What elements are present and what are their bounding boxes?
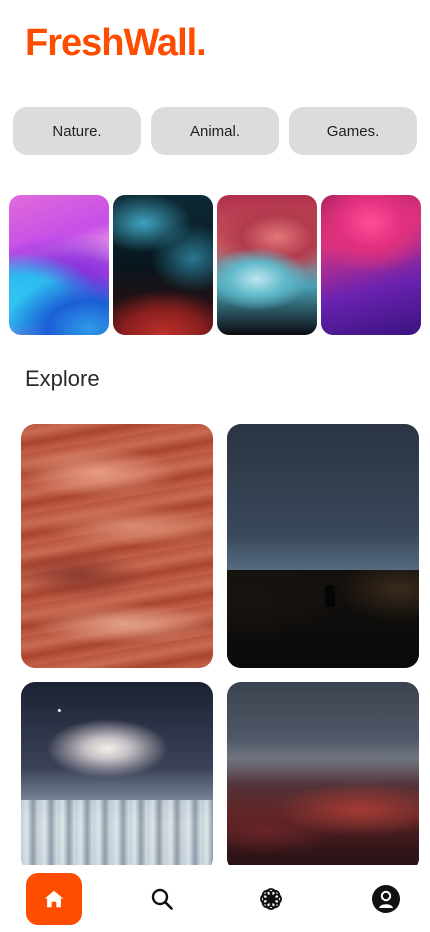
nav-profile-button[interactable] — [358, 873, 414, 925]
app-logo: FreshWall. — [25, 22, 207, 64]
featured-wallpaper-4[interactable] — [321, 195, 421, 335]
explore-wallpaper-1[interactable] — [21, 424, 213, 668]
flower-icon — [260, 888, 282, 910]
explore-heading: Explore — [25, 366, 100, 391]
nav-search-button[interactable] — [134, 873, 190, 925]
explore-wallpaper-3[interactable] — [21, 682, 213, 872]
featured-wallpaper-1[interactable] — [9, 195, 109, 335]
category-bar: Nature. Animal. Games. — [13, 107, 417, 155]
mountain-ridge — [227, 767, 419, 872]
category-nature-button[interactable]: Nature. — [13, 107, 141, 155]
explore-wallpaper-2[interactable] — [227, 424, 419, 668]
search-icon — [151, 888, 173, 910]
home-icon — [44, 890, 64, 908]
bottom-nav — [0, 865, 430, 932]
nav-explore-button[interactable] — [243, 873, 299, 925]
person-silhouette — [325, 585, 335, 607]
category-games-button[interactable]: Games. — [289, 107, 417, 155]
featured-wallpaper-3[interactable] — [217, 195, 317, 335]
featured-carousel — [9, 195, 421, 335]
snowy-trees — [21, 799, 213, 872]
category-animal-button[interactable]: Animal. — [151, 107, 279, 155]
nav-home-button[interactable] — [26, 873, 82, 925]
rock-silhouette — [227, 570, 419, 668]
featured-wallpaper-2[interactable] — [113, 195, 213, 335]
explore-wallpaper-4[interactable] — [227, 682, 419, 872]
profile-icon — [372, 885, 400, 913]
